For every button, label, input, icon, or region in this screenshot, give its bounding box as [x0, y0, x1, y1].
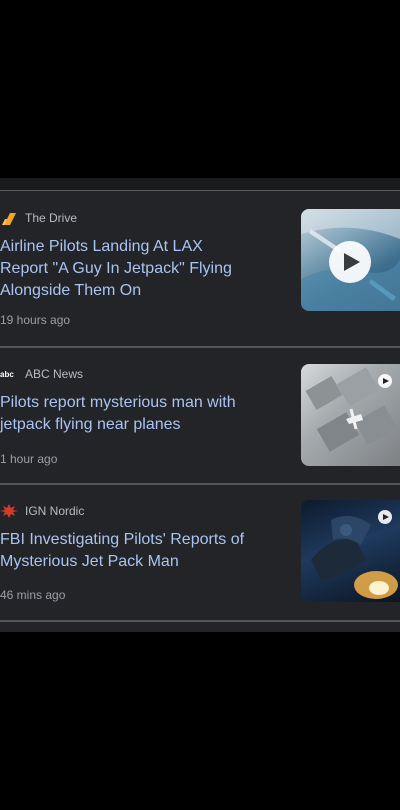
news-timestamp: 46 mins ago [0, 588, 66, 602]
abc-logo-icon: abc [0, 367, 18, 381]
news-card[interactable]: abc ABC News Pilots report mysterious ma… [0, 348, 400, 484]
headline-line: Airline Pilots Landing At LAX [0, 238, 203, 255]
video-badge-icon [378, 510, 392, 524]
ign-logo-icon [0, 504, 18, 518]
news-source: The Drive [0, 210, 77, 226]
screen: The Drive Airline Pilots Landing At LAX … [0, 0, 400, 810]
play-icon[interactable] [329, 241, 371, 283]
news-source: abc ABC News [0, 366, 83, 382]
svg-text:abc: abc [0, 370, 14, 379]
news-thumbnail[interactable] [301, 364, 400, 466]
source-name: IGN Nordic [25, 504, 85, 518]
video-badge-icon [378, 374, 392, 388]
news-timestamp: 1 hour ago [0, 452, 58, 466]
news-headline[interactable]: Pilots report mysterious man with jetpac… [0, 392, 285, 436]
source-name: The Drive [25, 211, 78, 225]
headline-line: jetpack flying near planes [0, 416, 181, 433]
headline-line: FBI Investigating Pilots' Reports of [0, 531, 245, 548]
news-card[interactable]: IGN Nordic FBI Investigating Pilots' Rep… [0, 485, 400, 623]
news-source: IGN Nordic [0, 503, 84, 519]
news-card[interactable]: The Drive Airline Pilots Landing At LAX … [0, 178, 400, 348]
news-headline[interactable]: FBI Investigating Pilots' Reports of Mys… [0, 529, 285, 573]
news-feed: The Drive Airline Pilots Landing At LAX … [0, 178, 400, 632]
the-drive-logo-icon [0, 211, 18, 225]
source-name: ABC News [25, 367, 84, 381]
headline-line: Mysterious Jet Pack Man [0, 553, 179, 570]
news-headline[interactable]: Airline Pilots Landing At LAX Report "A … [0, 236, 285, 302]
headline-line: Pilots report mysterious man with [0, 394, 236, 411]
headline-line: Alongside Them On [0, 282, 142, 299]
divider [0, 620, 400, 622]
news-thumbnail[interactable] [301, 209, 400, 311]
headline-line: Report "A Guy In Jetpack" Flying [0, 260, 232, 277]
news-timestamp: 19 hours ago [0, 313, 71, 327]
news-thumbnail[interactable] [301, 500, 400, 602]
